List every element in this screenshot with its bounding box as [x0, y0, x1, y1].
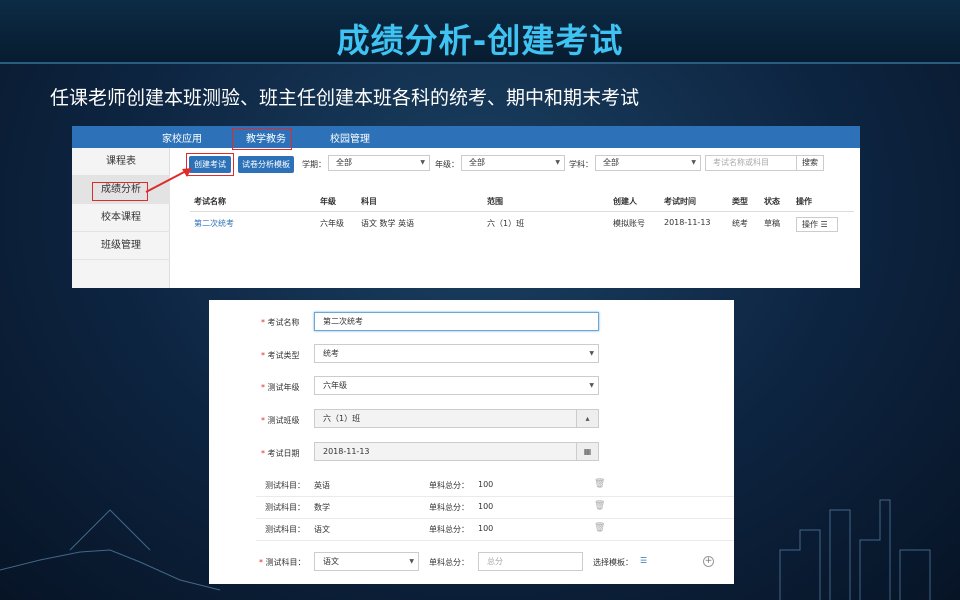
test-grade-select[interactable]: 六年级 ▼ — [314, 376, 599, 395]
subject-row-score: 100 — [478, 524, 494, 533]
subject-row-score-label: 单科总分： — [429, 503, 469, 512]
semester-select[interactable]: 全部 ▼ — [328, 155, 430, 171]
exam-type-select[interactable]: 统考 ▼ — [314, 344, 599, 363]
menu-icon: ☰ — [820, 220, 828, 229]
exam-name-link[interactable]: 第二次统考 — [194, 218, 234, 229]
red-arrow — [145, 168, 192, 193]
subject-row-score: 100 — [478, 502, 494, 511]
label-test-class: * 测试班级 — [261, 416, 300, 425]
slide-subtitle: 任课老师创建本班测验、班主任创建本班各科的统考、期中和期末考试 — [50, 87, 640, 109]
template-button[interactable]: 试卷分析模板 — [238, 156, 294, 173]
chevron-down-icon: ▼ — [555, 159, 560, 166]
chevron-down-icon: ▼ — [589, 350, 594, 357]
subject-row-label: 测试科目： — [265, 503, 305, 512]
row-divider — [256, 496, 734, 497]
chevron-down-icon: ▼ — [409, 558, 414, 565]
col-creator: 创建人 — [613, 197, 637, 206]
add-class-icon[interactable]: ▴ — [576, 410, 598, 427]
label-new-score: 单科总分： — [429, 558, 469, 567]
subject-select[interactable]: 全部 ▼ — [595, 155, 701, 171]
row-action-button[interactable]: 操作 ☰ — [796, 217, 838, 232]
subject-row-subject: 英语 — [314, 481, 330, 490]
subject-row-score-label: 单科总分： — [429, 481, 469, 490]
new-subject-select[interactable]: 语文 ▼ — [314, 552, 419, 571]
label-exam-name: * 考试名称 — [261, 318, 300, 327]
cell-subjects: 语文 数学 英语 — [361, 219, 415, 228]
exam-name-input[interactable]: 第二次统考 — [314, 312, 599, 331]
label-test-grade: * 测试年级 — [261, 383, 300, 392]
row-divider — [256, 540, 734, 541]
highlight-teaching — [232, 128, 292, 150]
cell-range: 六（1）班 — [487, 219, 525, 228]
add-subject-icon[interactable]: + — [703, 556, 714, 567]
search-input[interactable]: 考试名称或科目 — [705, 155, 797, 171]
col-actions: 操作 — [796, 197, 812, 206]
create-exam-form-screenshot: * 考试名称 第二次统考 * 考试类型 统考 ▼ * 测试年级 六年级 ▼ * 测试… — [209, 300, 734, 584]
trash-icon[interactable]: 🗑 — [594, 501, 605, 511]
cell-creator: 模拟账号 — [613, 219, 645, 228]
calendar-icon[interactable]: ▦ — [576, 443, 598, 460]
subject-label: 学科： — [569, 160, 593, 169]
exam-list-screenshot: 家校应用 教学教务 校园管理 课程表 成绩分析 校本课程 班级管理 创建考试 试… — [72, 126, 860, 288]
slide-title: 成绩分析-创建考试 — [336, 21, 624, 60]
grade-label: 年级： — [435, 160, 459, 169]
nav-item-campus[interactable]: 校园管理 — [330, 130, 370, 145]
trash-icon[interactable]: 🗑 — [594, 479, 605, 489]
trash-icon[interactable]: 🗑 — [594, 523, 605, 533]
highlight-score-analysis — [92, 182, 148, 201]
test-class-picker[interactable]: 六（1）班 ▴ — [314, 409, 599, 428]
cell-exam-time: 2018-11-13 — [664, 218, 711, 227]
col-range: 范围 — [487, 197, 503, 206]
col-subject: 科目 — [361, 197, 377, 206]
cell-grade: 六年级 — [320, 219, 344, 228]
col-type: 类型 — [732, 197, 748, 206]
subject-row-label: 测试科目： — [265, 481, 305, 490]
grade-select[interactable]: 全部 ▼ — [461, 155, 565, 171]
chevron-down-icon: ▼ — [691, 159, 696, 166]
nav-item-home-school[interactable]: 家校应用 — [162, 130, 202, 145]
cell-type: 统考 — [732, 219, 748, 228]
subject-row-subject: 数学 — [314, 503, 330, 512]
sidebar-item-class-manage[interactable]: 班级管理 — [72, 232, 170, 260]
table-header-divider — [190, 211, 854, 212]
semester-label: 学期： — [302, 160, 326, 169]
label-exam-type: * 考试类型 — [261, 351, 300, 360]
list-icon[interactable]: ☰ — [640, 556, 647, 565]
new-score-input[interactable]: 总分 — [478, 552, 583, 571]
label-exam-date: * 考试日期 — [261, 449, 300, 458]
subject-row-label: 测试科目： — [265, 525, 305, 534]
search-button[interactable]: 搜索 — [796, 155, 824, 171]
col-exam-time: 考试时间 — [664, 197, 696, 206]
col-exam-name: 考试名称 — [194, 197, 226, 206]
col-status: 状态 — [764, 197, 780, 206]
sidebar-item-school-course[interactable]: 校本课程 — [72, 204, 170, 232]
col-grade: 年级 — [320, 197, 336, 206]
label-new-subject: * 测试科目： — [259, 558, 306, 567]
subject-row-score: 100 — [478, 480, 494, 489]
row-divider — [256, 518, 734, 519]
subject-row-subject: 语文 — [314, 525, 330, 534]
chevron-down-icon: ▼ — [589, 382, 594, 389]
label-select-template: 选择模板： — [593, 558, 633, 567]
chevron-down-icon: ▼ — [420, 159, 425, 166]
subject-row-score-label: 单科总分： — [429, 525, 469, 534]
cell-status: 草稿 — [764, 219, 780, 228]
exam-date-input[interactable]: 2018-11-13 ▦ — [314, 442, 599, 461]
